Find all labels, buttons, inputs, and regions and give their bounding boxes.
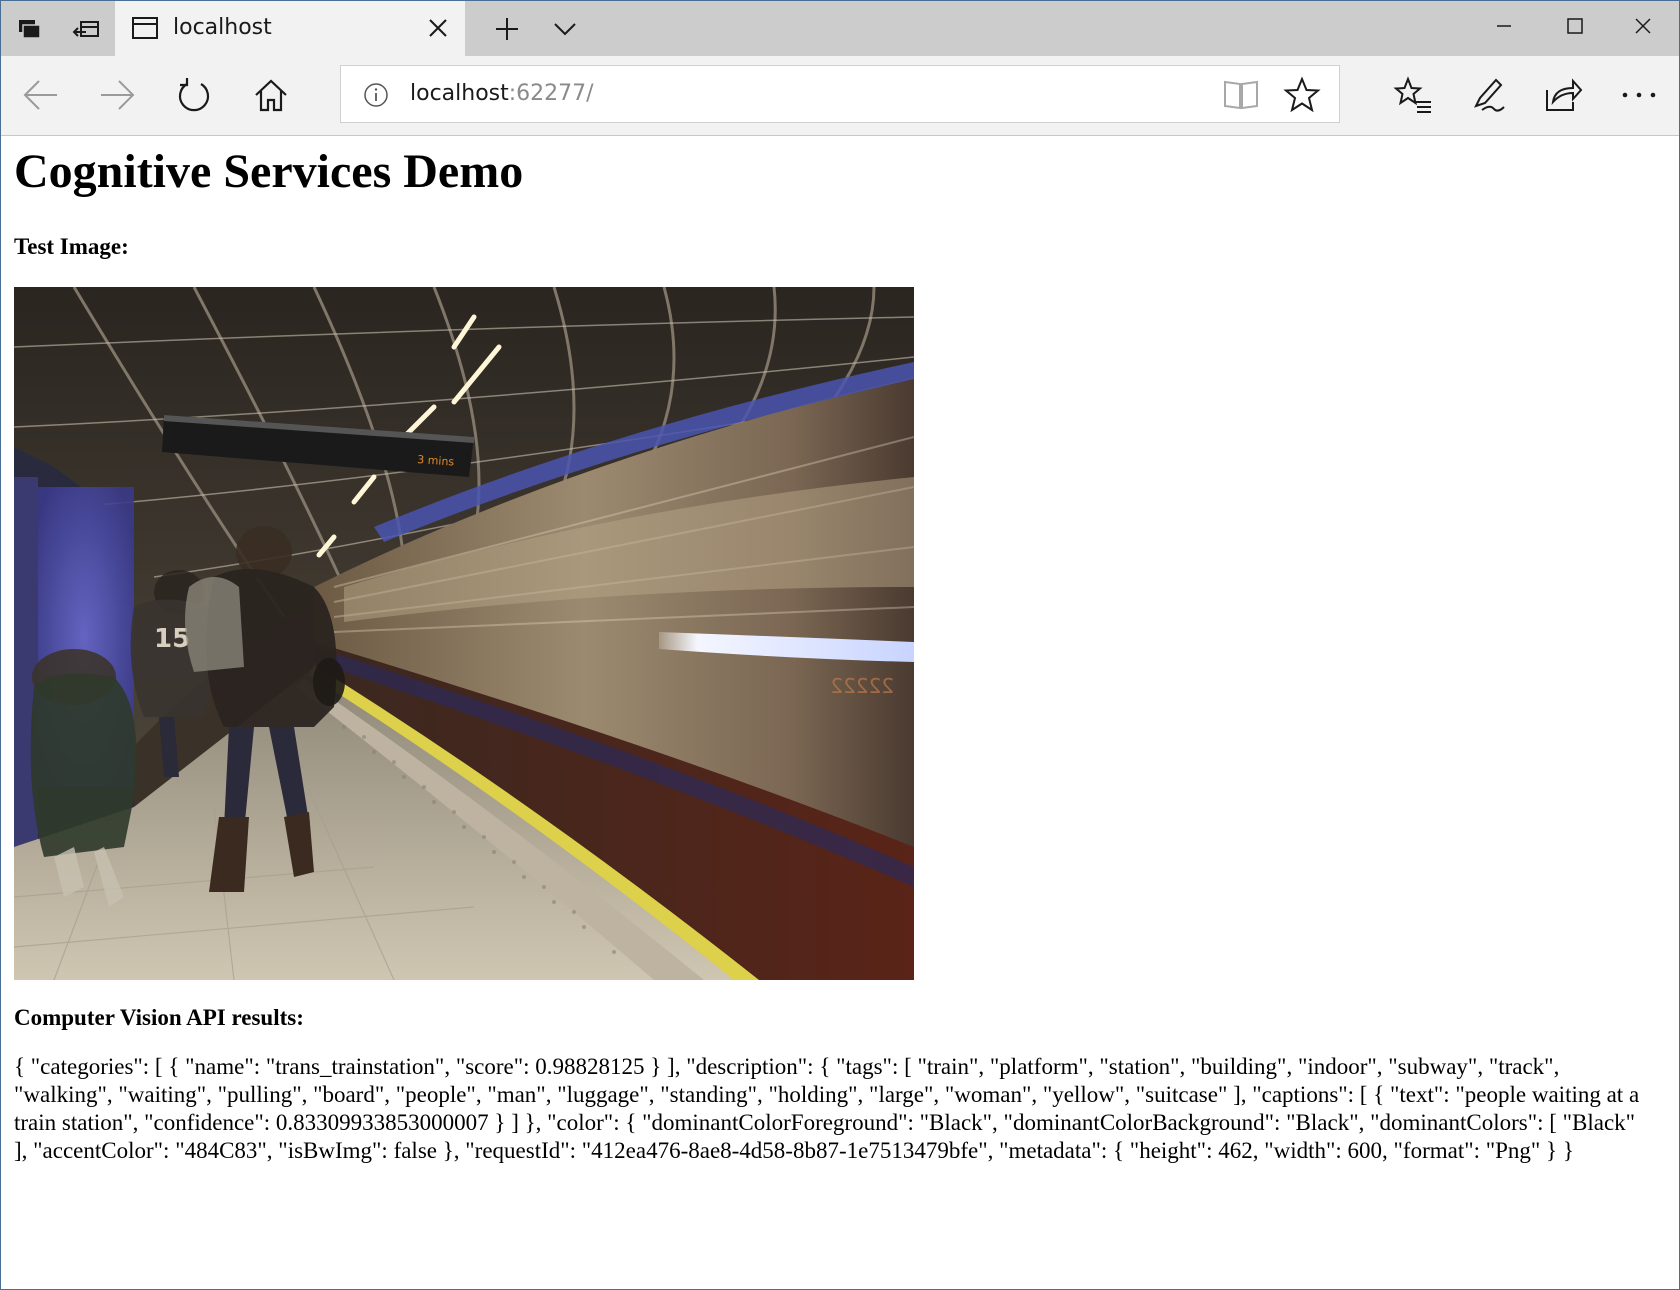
favorites-list-icon: [1393, 76, 1431, 113]
page-icon: [132, 17, 158, 39]
back-button[interactable]: [11, 66, 71, 124]
close-window-button[interactable]: [1609, 1, 1677, 51]
set-aside-tabs-button[interactable]: [58, 1, 115, 56]
web-note-button[interactable]: [1458, 66, 1518, 124]
ellipsis-icon: [1622, 92, 1656, 98]
url-host: localhost: [410, 81, 509, 106]
svg-text:15: 15: [154, 624, 190, 654]
arrow-left-icon: [23, 80, 57, 110]
minimize-button[interactable]: [1470, 1, 1538, 51]
maximize-button[interactable]: [1541, 1, 1609, 51]
navigation-bar: localhost:62277/: [1, 56, 1679, 136]
test-image-label: Test Image:: [14, 234, 129, 259]
title-bar: localhost: [1, 1, 1679, 56]
book-icon[interactable]: [1221, 78, 1261, 112]
browser-window: localhost localhost:62277/ Cognitive Ser…: [0, 0, 1680, 1290]
close-icon[interactable]: [425, 15, 451, 41]
minimize-icon: [1497, 25, 1511, 27]
home-button[interactable]: [241, 66, 301, 124]
refresh-icon: [178, 78, 210, 112]
new-tab-button[interactable]: [479, 1, 535, 56]
home-icon: [255, 79, 287, 112]
tab-title: localhost: [173, 15, 272, 40]
share-button[interactable]: [1533, 66, 1593, 124]
maximize-icon: [1567, 18, 1583, 34]
tab-localhost[interactable]: localhost: [115, 1, 465, 56]
chevron-down-icon: [554, 22, 576, 35]
tab-list-button[interactable]: [1, 1, 58, 56]
info-icon[interactable]: [363, 82, 389, 108]
test-image: 3 mins 22222 15: [14, 287, 914, 980]
refresh-button[interactable]: [164, 66, 224, 124]
train-number-text: 22222: [830, 674, 894, 698]
pen-icon: [1474, 78, 1505, 112]
departure-board-text: 3 mins: [417, 453, 455, 469]
favorites-hub-button[interactable]: [1383, 66, 1443, 124]
star-icon[interactable]: [1283, 76, 1321, 114]
close-icon: [1635, 18, 1651, 34]
address-bar[interactable]: localhost:62277/: [340, 65, 1340, 123]
more-button[interactable]: [1609, 66, 1669, 124]
plus-icon: [496, 17, 518, 40]
tab-preview-button[interactable]: [537, 1, 593, 56]
results-json: { "categories": [ { "name": "trans_train…: [14, 1054, 1640, 1163]
arrow-right-icon: [101, 80, 135, 110]
share-icon: [1546, 78, 1583, 111]
set-aside-tabs-icon: [72, 20, 99, 37]
url-text[interactable]: localhost:62277/: [410, 81, 594, 106]
url-port: :62277/: [508, 81, 594, 106]
forward-button[interactable]: [87, 66, 147, 124]
tab-list-icon: [18, 19, 41, 39]
page-title: Cognitive Services Demo: [14, 145, 524, 198]
results-label: Computer Vision API results:: [14, 1005, 304, 1030]
page-content: Cognitive Services Demo Test Image: 3 mi…: [2, 136, 1678, 1288]
